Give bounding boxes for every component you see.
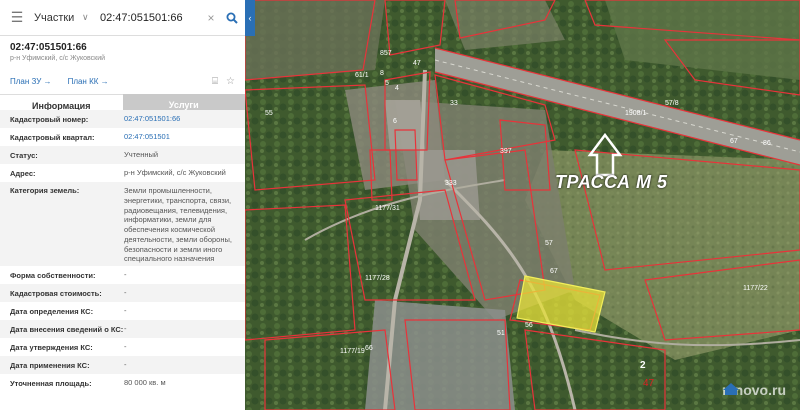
info-key: Адрес: [10,168,36,178]
info-key: Кадастровый номер: [10,114,89,124]
info-row: Статус: Учтенный [0,146,245,164]
search-input[interactable]: 02:47:051501:66 [96,12,203,24]
info-value: - [124,342,127,352]
info-table: Кадастровый номер: 02:47:051501:66 Кадас… [0,110,245,392]
menu-icon[interactable]: ☰ [0,9,34,26]
cadastral-map[interactable]: ТРАССА М 5 857 47 8 61/1 55 5 6 33 397 3… [245,0,800,410]
object-number: 02:47:051501:66 [10,42,87,53]
map-label: 57 [545,240,553,247]
info-key: Категория земель: [10,186,80,195]
plan-icon[interactable]: ⌸ [212,76,218,87]
chevron-down-icon[interactable]: ∨ [82,12,96,23]
search-bar: ☰ Участки ∨ 02:47:051501:66 × [0,0,245,36]
map-background [245,0,800,410]
info-value: - [124,324,127,334]
map-label: 8 [380,70,384,77]
plan-kk-link[interactable]: План КК → [68,77,109,86]
map-label: 1908/1 [625,110,647,117]
info-row: Дата применения КС: - [0,356,245,374]
star-icon[interactable]: ☆ [226,76,235,87]
search-icon [226,12,238,24]
info-value[interactable]: 02:47:051501:66 [124,114,235,124]
map-label: 5 [385,80,389,87]
info-key: Дата применения КС: [10,360,90,370]
map-label: 6 [393,118,397,125]
map-label: 857 [380,50,392,57]
zone-number: 47 [643,378,655,389]
info-row: Кадастровый квартал: 02:47:051501 [0,128,245,146]
info-panel: ☰ Участки ∨ 02:47:051501:66 × 02:47:0515… [0,0,245,410]
info-row: Адрес: р-н Уфимский, с/с Жуковский [0,164,245,182]
map-label: 1177/22 [743,285,768,292]
map-label: 1177/28 [365,275,390,282]
info-value: Учтенный [124,150,159,160]
collapse-panel-button[interactable]: ‹ [245,0,255,36]
info-row: Дата внесения сведений о КС: - [0,320,245,338]
info-row: Дата утверждения КС: - [0,338,245,356]
map-label: 86 [763,140,771,147]
plans-bar: План ЗУ → План КК → ⌸ ☆ [0,62,245,90]
map-label: 66 [365,345,373,352]
map-label: 33 [450,100,458,107]
object-tools: ⌸ ☆ [212,76,235,87]
search-type-select[interactable]: Участки [34,12,82,24]
map-label: 1177/31 [375,205,400,212]
info-key: Дата внесения сведений о КС: [10,324,124,334]
info-key: Дата утверждения КС: [10,342,93,352]
info-row: Дата определения КС: - [0,302,245,320]
object-address: р-н Уфимский, с/с Жуковский [10,55,106,62]
map-label: 47 [413,60,421,67]
info-row: Кадастровый номер: 02:47:051501:66 [0,110,245,128]
info-key: Форма собственности: [10,270,96,280]
map-label: 397 [500,148,512,155]
search-button[interactable] [219,0,245,36]
info-value: 80 000 кв. м [124,378,166,388]
info-row: Уточненная площадь: 80 000 кв. м [0,374,245,392]
info-key: Уточненная площадь: [10,378,92,388]
map-label: 55 [265,110,273,117]
map-label: 67 [550,268,558,275]
house-icon [723,383,740,395]
info-value: - [124,360,127,370]
map-label: 4 [395,85,399,92]
map-label: 51 [497,330,505,337]
map-label: 61/1 [355,72,369,79]
info-key: Статус: [10,150,38,160]
info-row: Форма собственности: - [0,266,245,284]
clear-icon[interactable]: × [203,11,219,25]
map-label: 56 [525,322,533,329]
map-label: 67 [730,138,738,145]
info-value[interactable]: 02:47:051501 [124,132,235,142]
info-row: Категория земель: Земли промышленности, … [0,182,245,266]
info-value: - [124,288,127,298]
info-value: - [124,306,127,316]
info-row: Кадастровая стоимость: - [0,284,245,302]
zone-number: 2 [640,360,646,371]
map-label: 57/8 [665,100,679,107]
map-label: 333 [445,180,457,187]
info-value: - [124,270,127,280]
highway-label: ТРАССА М 5 [555,172,668,192]
map-label: 1177/19 [340,348,365,355]
plan-zu-link[interactable]: План ЗУ → [10,77,52,86]
info-value: р-н Уфимский, с/с Жуковский [124,168,226,178]
info-value: Земли промышленности, энергетики, трансп… [124,186,232,264]
info-key: Кадастровая стоимость: [10,288,102,298]
info-key: Дата определения КС: [10,306,94,316]
object-header: 02:47:051501:66 р-н Уфимский, с/с Жуковс… [0,36,245,62]
watermark: mnovo.ru [722,382,786,398]
info-key: Кадастровый квартал: [10,132,95,142]
